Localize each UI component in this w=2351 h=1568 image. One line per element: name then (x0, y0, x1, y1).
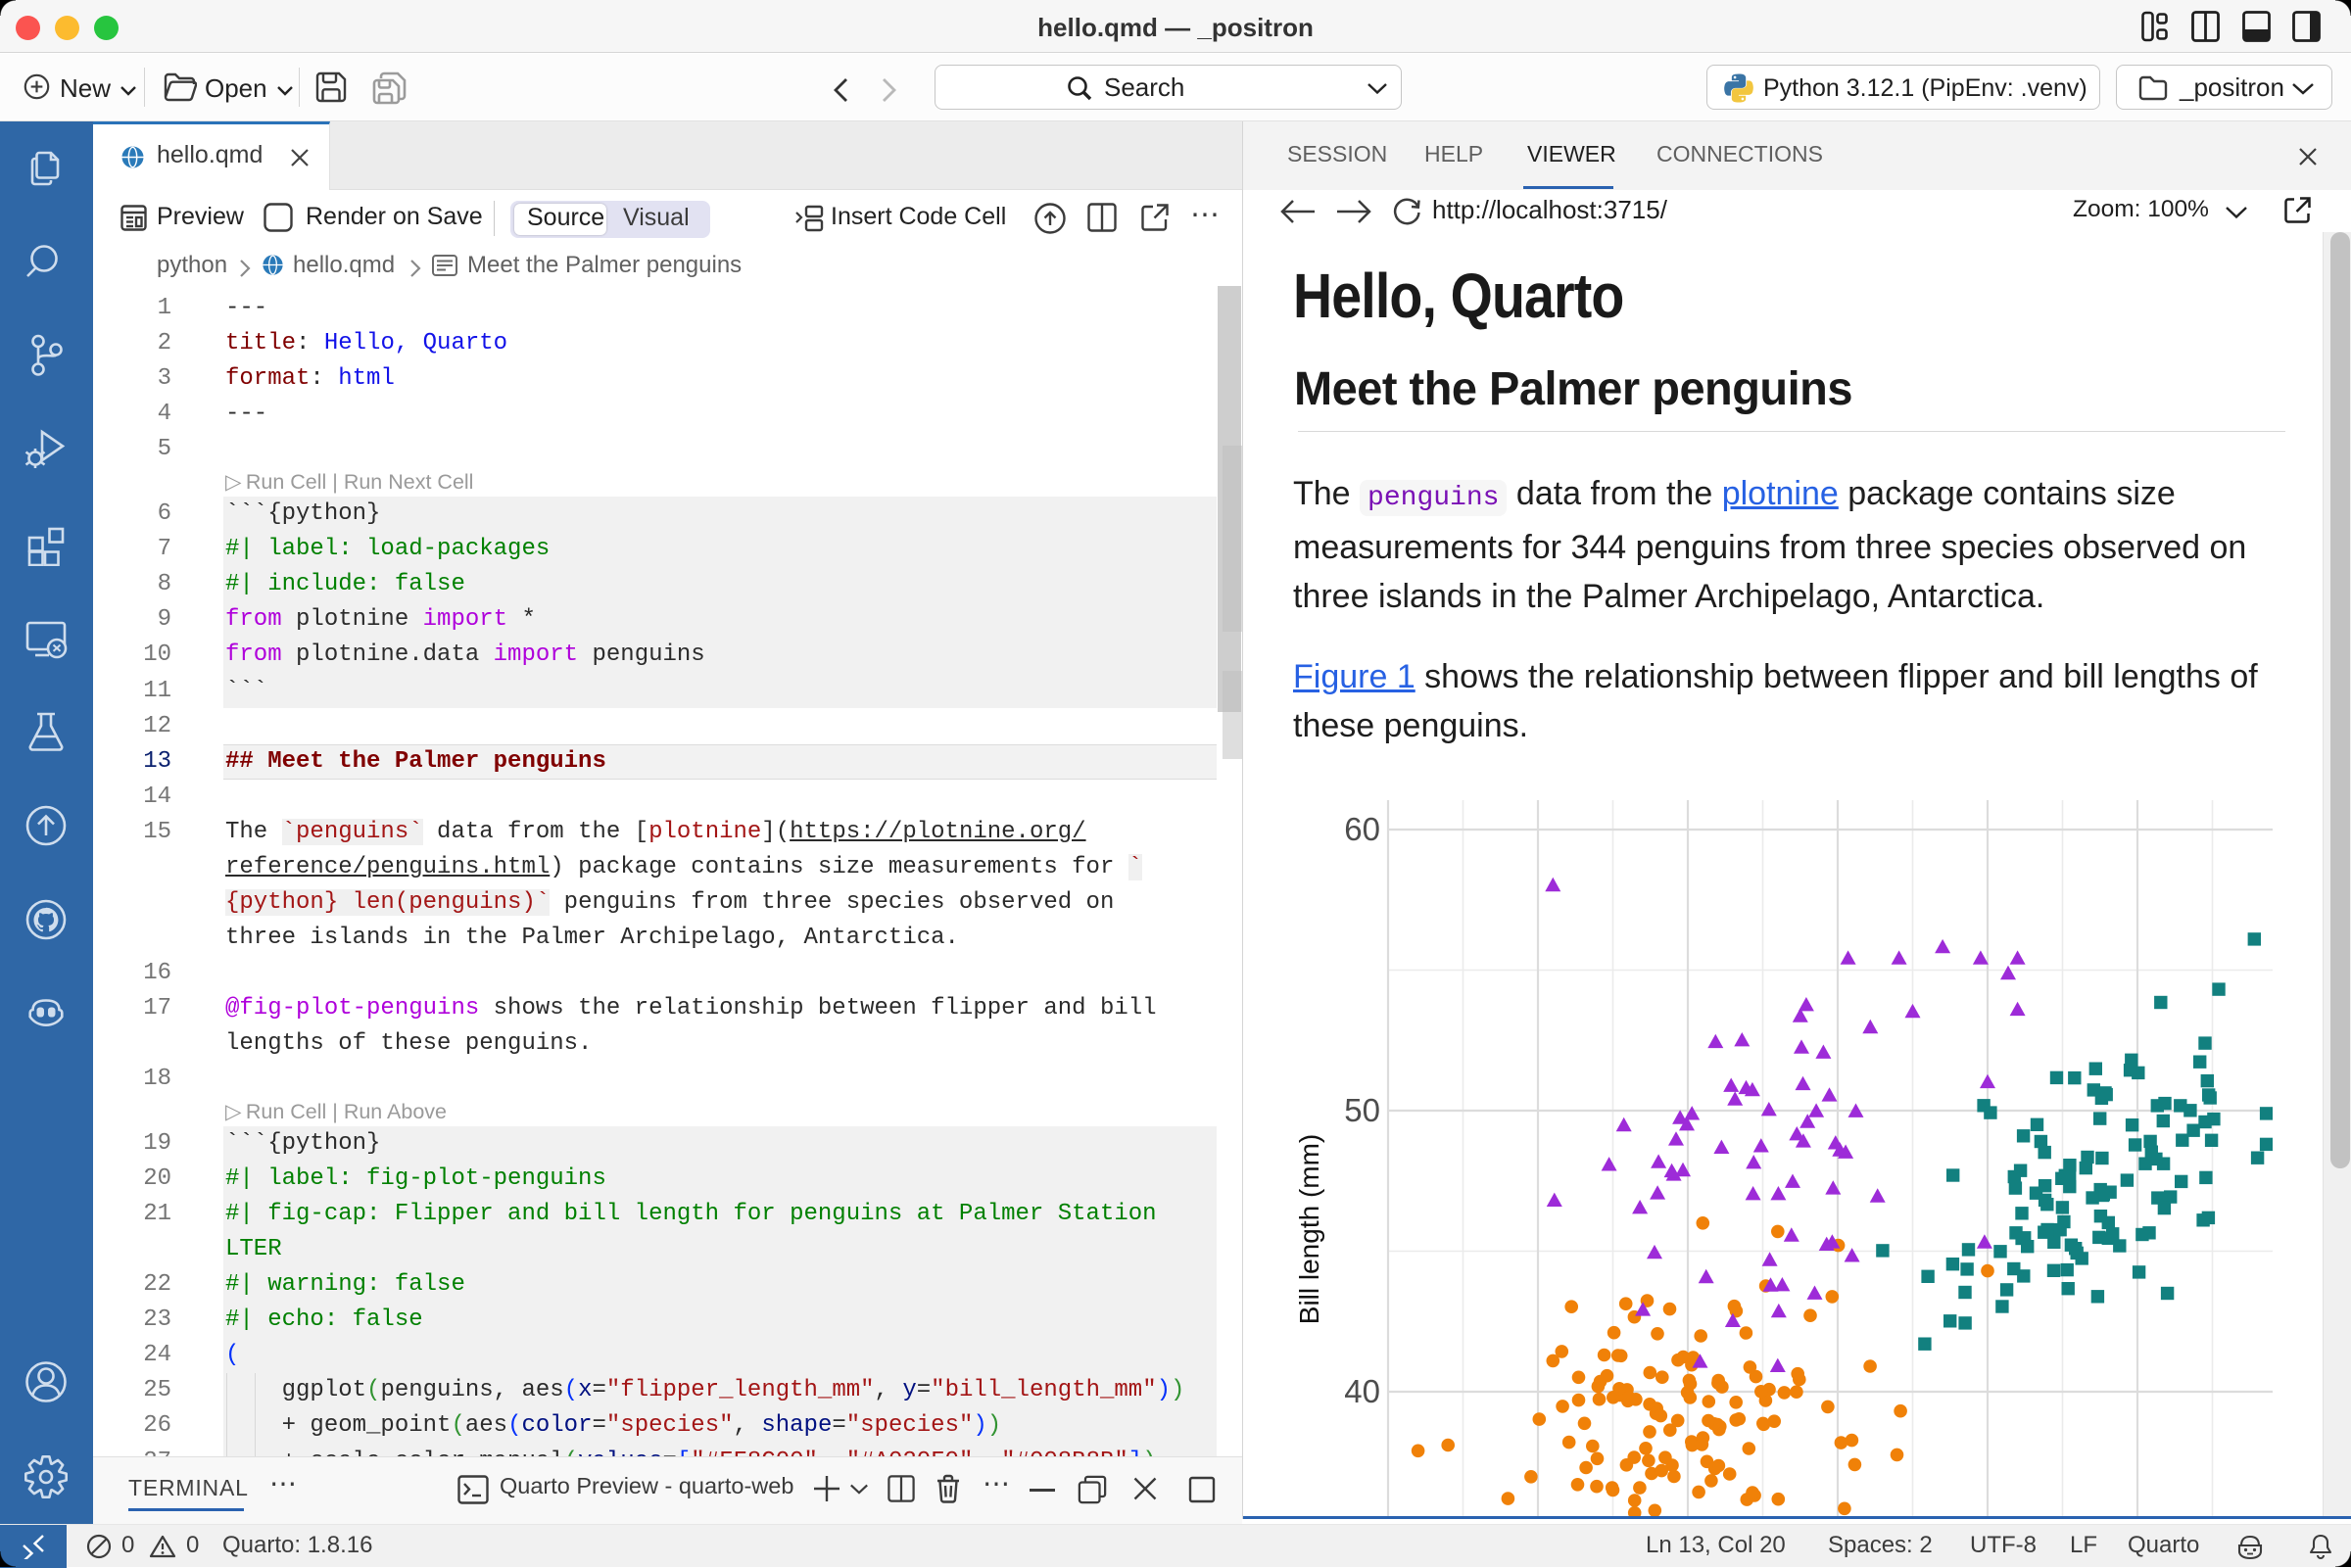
svg-text:40: 40 (1344, 1373, 1380, 1409)
svg-text:50: 50 (1344, 1092, 1380, 1128)
svg-text:Bill length (mm): Bill length (mm) (1294, 1134, 1324, 1324)
svg-text:60: 60 (1344, 811, 1380, 847)
